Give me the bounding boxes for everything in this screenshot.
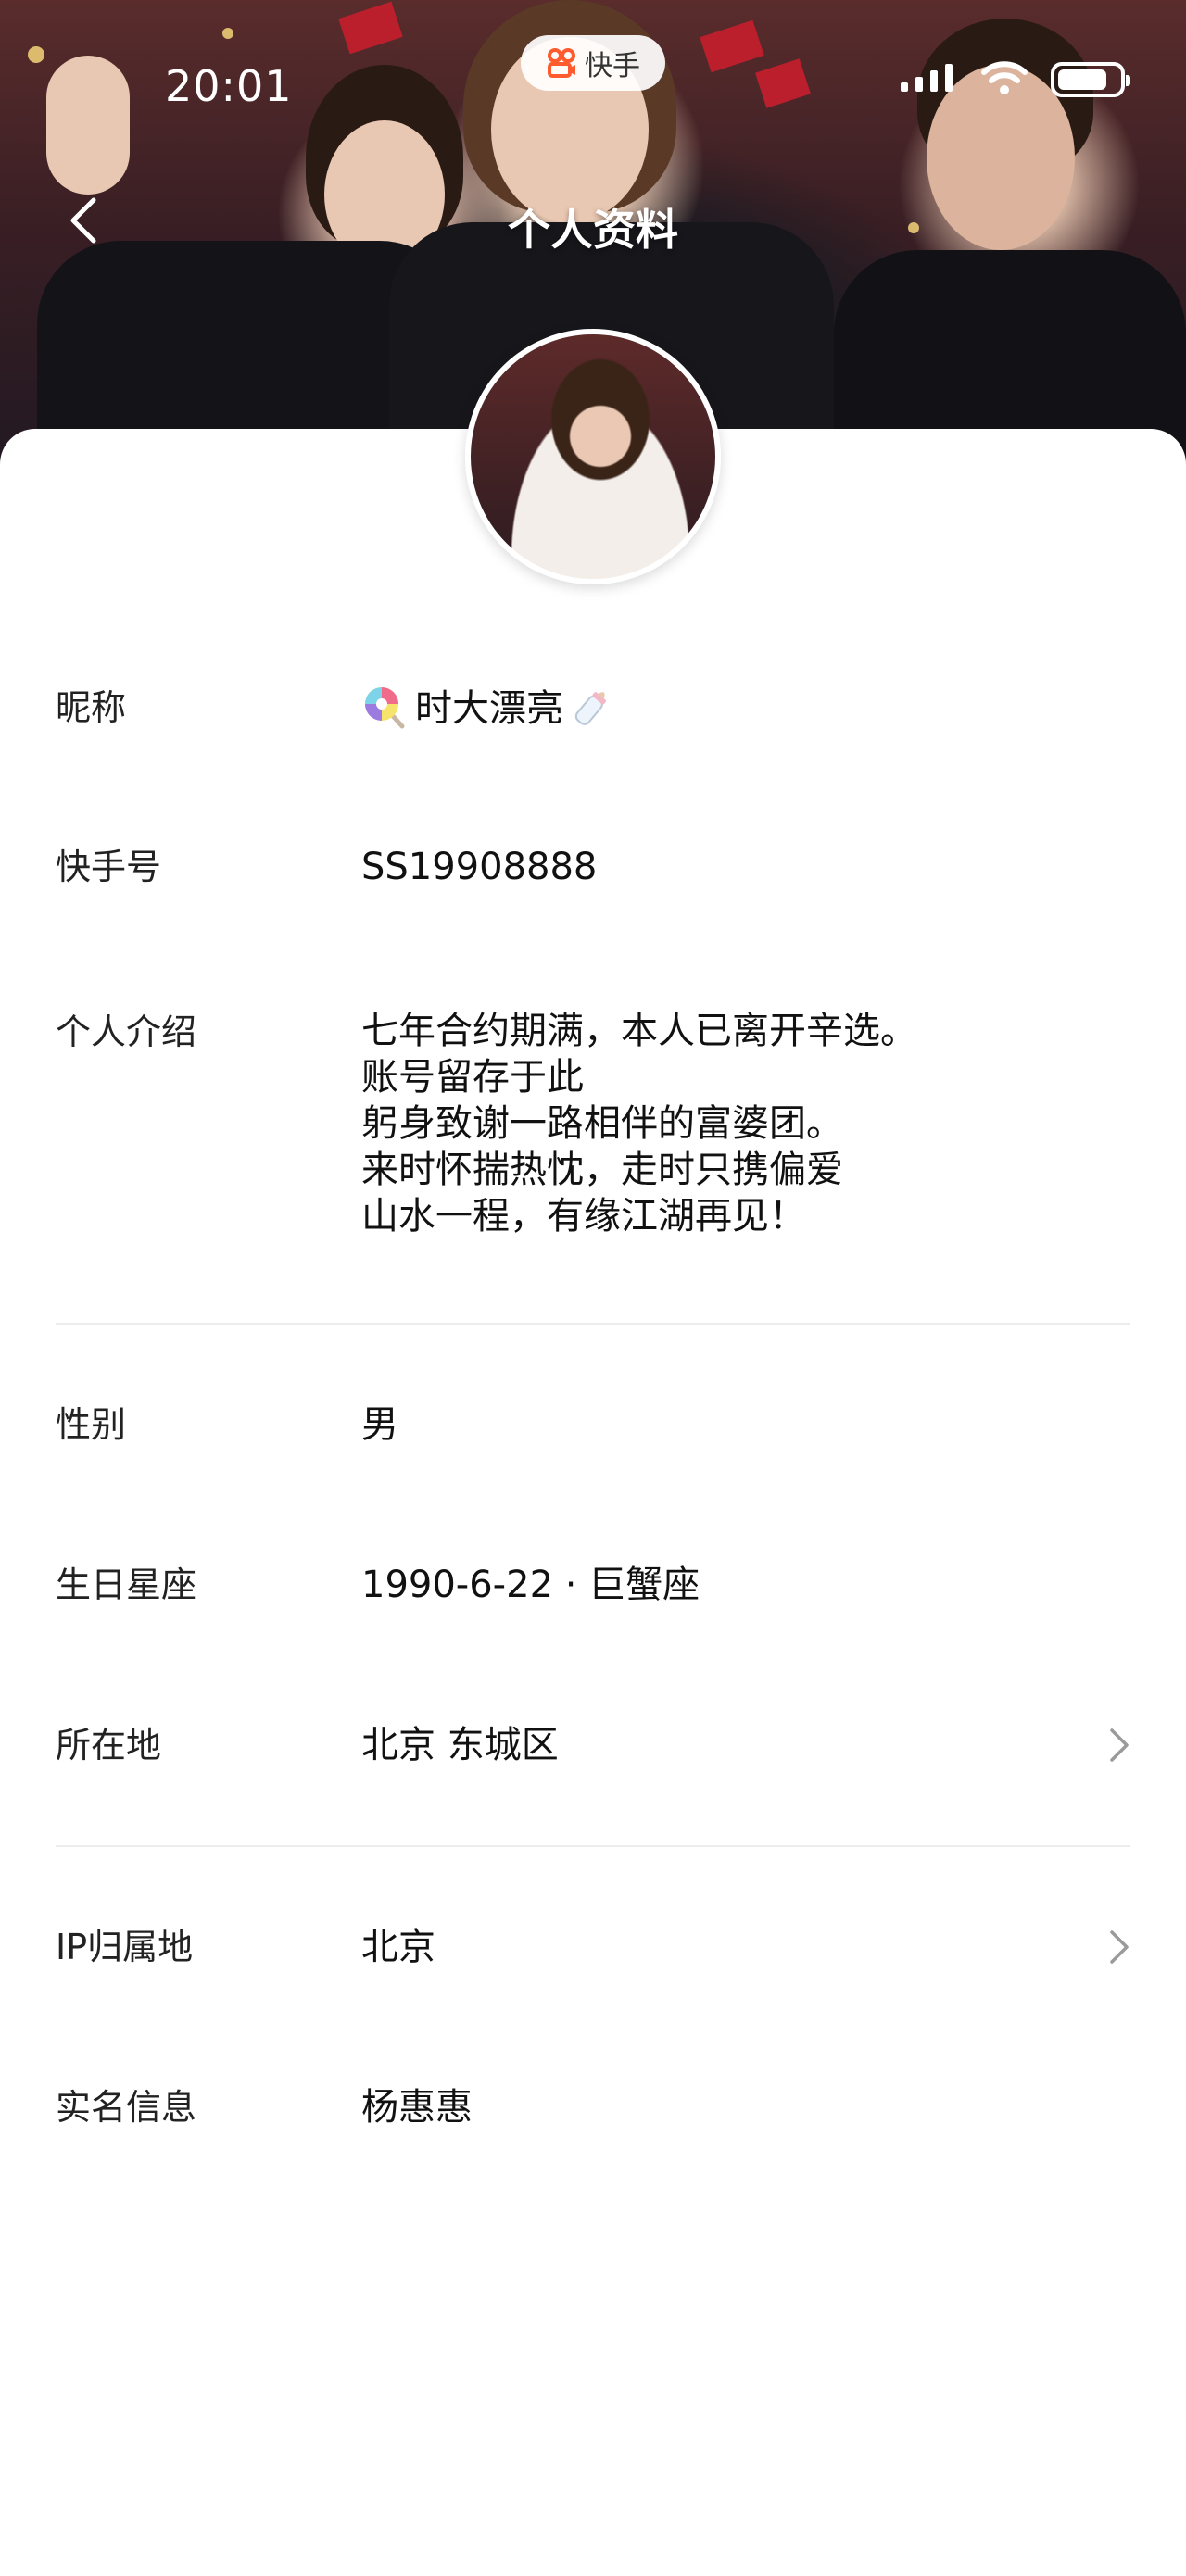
kuaishou-id-value: SS19908888 — [361, 846, 598, 888]
ip-location-row[interactable]: IP归属地 北京 — [56, 1923, 1130, 1971]
ip-location-value: 北京 — [361, 1926, 435, 1968]
waving-hand — [46, 56, 130, 195]
kuaishou-logo-icon — [546, 47, 577, 79]
location-value: 北京 东城区 — [361, 1724, 559, 1766]
app-badge-label: 快手 — [585, 50, 640, 82]
cellular-signal-icon — [899, 62, 958, 97]
lollipop-icon — [361, 684, 408, 730]
bio-line: 躬身致谢一路相伴的富婆团。 — [361, 1102, 843, 1145]
gender-label: 性别 — [56, 1404, 127, 1445]
bio-row[interactable]: 个人介绍 七年合约期满，本人已离开辛选。 账号留存于此 躬身致谢一路相伴的富婆团… — [56, 1008, 1130, 1239]
birthday-row[interactable]: 生日星座 1990-6-22 · 巨蟹座 — [56, 1561, 1130, 1609]
ip-location-label: IP归属地 — [56, 1927, 194, 1967]
bio-line: 来时怀揣热忱，走时只携偏爱 — [361, 1149, 843, 1191]
nickname-value: 时大漂亮 — [415, 687, 563, 730]
nickname-label: 昵称 — [56, 687, 127, 728]
gender-value: 男 — [361, 1403, 398, 1446]
status-time: 20:01 — [165, 61, 293, 111]
status-icons — [899, 59, 1130, 100]
gender-row[interactable]: 性别 男 — [56, 1401, 1130, 1449]
baby-bottle-icon — [569, 684, 615, 730]
birthday-label: 生日星座 — [56, 1564, 197, 1605]
flag-decoration — [700, 19, 764, 73]
chevron-right-icon — [1108, 1727, 1130, 1767]
avatar[interactable] — [465, 329, 721, 584]
bio-value: 七年合约期满，本人已离开辛选。 账号留存于此 躬身致谢一路相伴的富婆团。 来时怀… — [361, 1008, 1130, 1239]
nickname-value-wrap: 时大漂亮 — [361, 684, 1130, 733]
section-divider — [56, 1845, 1130, 1847]
profile-card — [0, 429, 1186, 2576]
confetti-decoration — [222, 28, 233, 39]
bio-line: 七年合约期满，本人已离开辛选。 — [361, 1010, 917, 1052]
bio-line: 账号留存于此 — [361, 1056, 584, 1099]
birthday-value: 1990-6-22 · 巨蟹座 — [361, 1564, 700, 1606]
flag-decoration — [338, 1, 403, 55]
kuaishou-id-label: 快手号 — [56, 847, 162, 887]
kuaishou-app-badge[interactable]: 快手 — [521, 35, 665, 91]
battery-icon — [1051, 62, 1130, 97]
real-name-row[interactable]: 实名信息 杨惠惠 — [56, 2083, 1130, 2131]
page-title: 个人资料 — [508, 205, 678, 255]
bio-line: 山水一程，有缘江湖再见！ — [361, 1195, 806, 1238]
flag-decoration — [755, 58, 811, 108]
real-name-label: 实名信息 — [56, 2087, 197, 2128]
real-name-value: 杨惠惠 — [361, 2086, 473, 2129]
bio-label: 个人介绍 — [56, 1012, 197, 1052]
confetti-decoration — [28, 46, 44, 63]
location-label: 所在地 — [56, 1725, 162, 1766]
nickname-row[interactable]: 昵称 时大漂亮 — [56, 684, 1130, 733]
section-divider — [56, 1323, 1130, 1325]
location-row[interactable]: 所在地 北京 东城区 — [56, 1721, 1130, 1769]
wifi-icon — [980, 59, 1028, 100]
kuaishou-id-row[interactable]: 快手号 SS19908888 — [56, 843, 1130, 891]
chevron-right-icon — [1108, 1929, 1130, 1969]
